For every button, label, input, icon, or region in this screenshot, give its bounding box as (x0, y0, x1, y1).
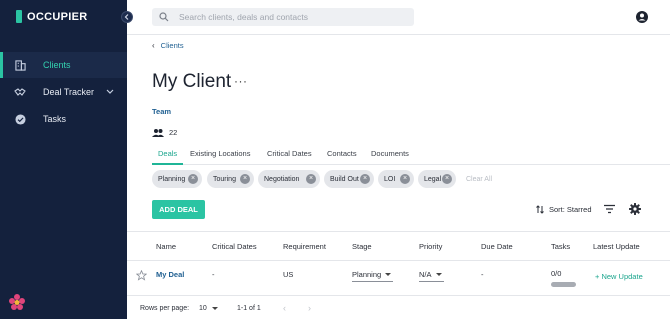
priority-value: N/A (419, 270, 432, 279)
filter-chip-loi[interactable]: LOI × (378, 170, 414, 188)
remove-chip-icon[interactable]: × (360, 174, 370, 184)
sort-label: Sort: Starred (549, 205, 592, 214)
requirement-cell: US (283, 270, 294, 279)
tab-critical-dates[interactable]: Critical Dates (267, 149, 312, 158)
account-icon[interactable] (636, 11, 648, 23)
star-icon[interactable] (136, 270, 147, 281)
new-update-link[interactable]: + New Update (595, 272, 643, 281)
due-date-cell: - (481, 270, 484, 279)
sort-icon (536, 205, 544, 214)
chip-label: Touring (213, 175, 236, 183)
caret-down-icon (436, 273, 442, 276)
previous-page-icon[interactable]: ‹ (283, 303, 286, 313)
check-circle-icon (14, 113, 26, 125)
breadcrumb[interactable]: ‹ Clients (152, 41, 184, 50)
filter-chip-negotiation[interactable]: Negotiation × (258, 170, 320, 188)
chip-label: Planning (158, 175, 186, 183)
stage-select[interactable]: Planning (352, 268, 393, 282)
breadcrumb-link[interactable]: Clients (161, 41, 184, 50)
gear-icon[interactable] (629, 203, 641, 215)
sidebar-item-label: Tasks (43, 114, 67, 124)
column-header-requirement[interactable]: Requirement (283, 242, 326, 251)
tab-deals[interactable]: Deals (158, 149, 177, 158)
remove-chip-icon[interactable]: × (400, 174, 410, 184)
chevron-left-icon: ‹ (152, 41, 155, 50)
tab-documents[interactable]: Documents (371, 149, 409, 158)
tab-contacts[interactable]: Contacts (327, 149, 357, 158)
team-label: Team (152, 107, 172, 116)
filter-chip-build-out[interactable]: Build Out × (324, 170, 374, 188)
chip-label: LOI (384, 175, 396, 183)
next-page-icon[interactable]: › (308, 303, 311, 313)
filter-chip-planning[interactable]: Planning × (152, 170, 202, 188)
sort-control[interactable]: Sort: Starred (536, 205, 592, 214)
chip-label: Build Out (330, 175, 359, 183)
more-options-button[interactable]: ··· (234, 74, 248, 88)
critical-dates-cell: - (212, 270, 215, 279)
caret-down-icon (385, 273, 391, 276)
active-tab-indicator (152, 163, 183, 165)
stage-value: Planning (352, 270, 382, 279)
team-members[interactable]: 22 (152, 128, 177, 137)
filter-chip-legal[interactable]: Legal × (418, 170, 456, 188)
rows-per-page-select[interactable]: 10 (199, 305, 218, 312)
chip-label: Legal (424, 175, 442, 183)
tasks-count: 0/0 (551, 269, 562, 278)
tasks-progress-bar (551, 282, 576, 287)
sidebar-item-tasks[interactable]: Tasks (0, 106, 127, 132)
brand-logo[interactable]: OCCUPIER (16, 10, 87, 23)
logo-mark-icon (16, 10, 22, 23)
chevron-left-icon (124, 14, 129, 20)
chevron-down-icon[interactable] (106, 88, 114, 97)
building-icon (14, 59, 26, 71)
sidebar-item-label: Deal Tracker (43, 87, 95, 97)
rows-per-page-label: Rows per page: (140, 305, 190, 312)
team-count: 22 (169, 128, 178, 137)
rows-per-page-value: 10 (199, 305, 207, 312)
remove-chip-icon[interactable]: × (240, 174, 250, 184)
column-header-due-date[interactable]: Due Date (481, 242, 513, 251)
priority-select[interactable]: N/A (419, 268, 444, 282)
tab-bar: Deals Existing Locations Critical Dates … (152, 143, 670, 165)
sidebar-item-deal-tracker[interactable]: Deal Tracker (0, 79, 127, 105)
search-icon (159, 12, 169, 22)
filter-icon[interactable] (604, 204, 615, 214)
remove-chip-icon[interactable]: × (306, 174, 316, 184)
flower-logo-icon[interactable] (8, 293, 26, 311)
sidebar-item-label: Clients (43, 60, 71, 70)
people-icon (152, 128, 164, 137)
search-bar[interactable] (152, 8, 414, 26)
column-header-stage[interactable]: Stage (352, 242, 372, 251)
column-header-priority[interactable]: Priority (419, 242, 442, 251)
active-indicator (0, 52, 3, 78)
caret-down-icon (211, 307, 218, 310)
chip-label: Negotiation (264, 175, 300, 183)
add-deal-button[interactable]: ADD DEAL (152, 200, 205, 219)
clear-all-button[interactable]: Clear All (466, 176, 492, 183)
page-title: My Client (152, 71, 232, 92)
sidebar-item-clients[interactable]: Clients (0, 52, 127, 78)
remove-chip-icon[interactable]: × (442, 174, 452, 184)
column-header-tasks[interactable]: Tasks (551, 242, 570, 251)
top-bar (127, 0, 670, 35)
brand-name: OCCUPIER (27, 10, 88, 23)
deal-name-link[interactable]: My Deal (156, 270, 184, 279)
remove-chip-icon[interactable]: × (188, 174, 198, 184)
table-header: Name Critical Dates Requirement Stage Pr… (127, 231, 670, 261)
handshake-icon (14, 86, 26, 98)
column-header-critical-dates[interactable]: Critical Dates (212, 242, 257, 251)
collapse-sidebar-button[interactable] (121, 11, 133, 23)
table-row[interactable]: My Deal - US Planning N/A - 0/0 + New Up… (127, 261, 670, 296)
search-input[interactable] (179, 12, 409, 22)
column-header-latest-update[interactable]: Latest Update (593, 242, 640, 251)
sidebar: OCCUPIER Clients Deal Tracker Tasks (0, 0, 127, 319)
pagination-range: 1-1 of 1 (237, 305, 261, 312)
tab-existing-locations[interactable]: Existing Locations (190, 149, 250, 158)
filter-chip-touring[interactable]: Touring × (207, 170, 254, 188)
column-header-name[interactable]: Name (156, 242, 176, 251)
